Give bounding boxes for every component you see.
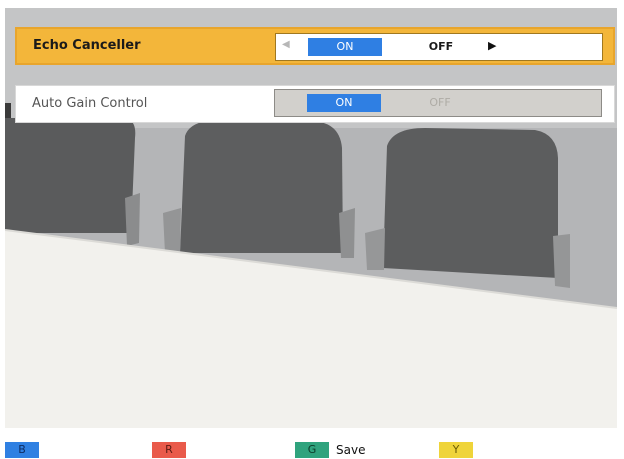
conference-room-video-background [5,8,617,428]
auto-gain-control-row[interactable]: Auto Gain Control ON OFF [15,85,615,123]
right-arrow-icon[interactable]: ▶ [488,39,496,52]
echo-canceller-selector[interactable]: ◀ ON OFF ▶ [275,33,603,61]
auto-gain-control-off-option[interactable]: OFF [415,94,465,112]
video-preview-frame: Echo Canceller ◀ ON OFF ▶ Auto Gain Cont… [5,8,617,428]
echo-canceller-row[interactable]: Echo Canceller ◀ ON OFF ▶ [15,27,615,65]
auto-gain-control-label: Auto Gain Control [32,96,148,111]
yellow-key-button[interactable]: Y [439,442,473,458]
auto-gain-control-selector[interactable]: ON OFF [274,89,602,117]
echo-canceller-off-option[interactable]: OFF [416,38,466,56]
left-arrow-icon[interactable]: ◀ [282,39,290,50]
red-key-button[interactable]: R [152,442,186,458]
echo-canceller-label: Echo Canceller [33,38,141,53]
blue-key-button[interactable]: B [5,442,39,458]
auto-gain-control-on-option[interactable]: ON [307,94,381,112]
echo-canceller-on-option[interactable]: ON [308,38,382,56]
color-key-footer: B R G Save Y [0,438,624,459]
save-action-label: Save [336,443,366,457]
green-key-button[interactable]: G [295,442,329,458]
